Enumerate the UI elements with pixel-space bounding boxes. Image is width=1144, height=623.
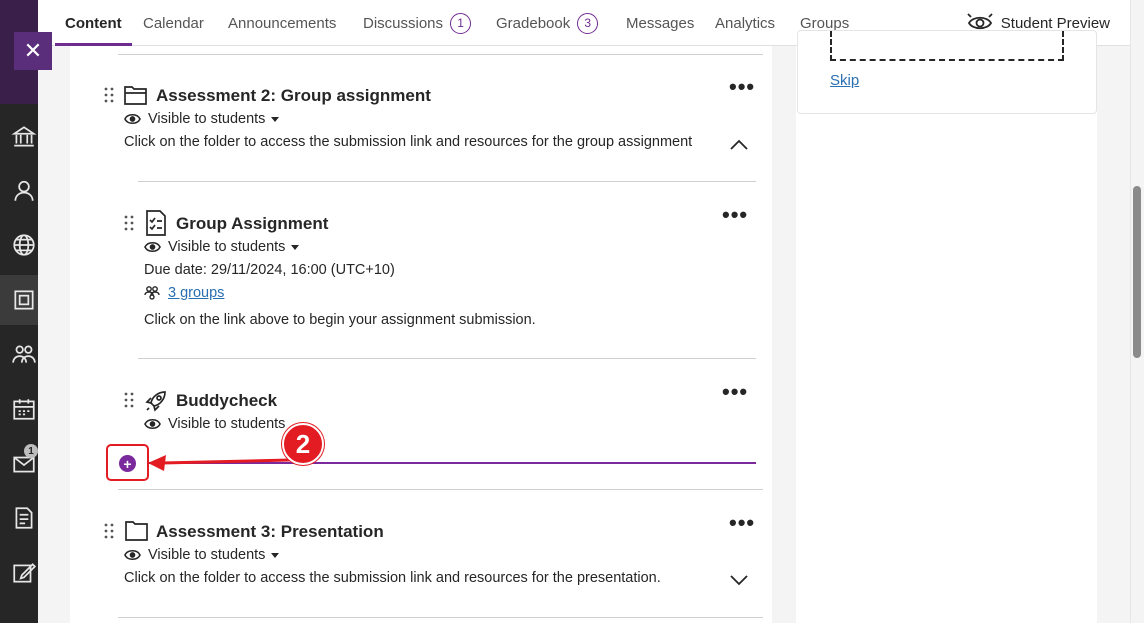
content-gutter — [1097, 46, 1130, 623]
tab-label: Announcements — [228, 14, 337, 32]
groups-icon[interactable] — [10, 340, 38, 368]
grades-icon[interactable] — [10, 504, 38, 532]
tab-calendar[interactable]: Calendar — [143, 0, 204, 46]
visibility-dropdown[interactable]: Visible to students — [124, 111, 280, 127]
scrollbar-thumb[interactable] — [1133, 186, 1141, 358]
caret-down-icon — [271, 116, 280, 122]
tab-label: Messages — [626, 14, 695, 32]
drag-handle-icon[interactable] — [104, 523, 114, 539]
chevron-down-icon[interactable] — [729, 574, 749, 586]
groups-row: 3 groups — [144, 285, 224, 301]
item-description: Click on the folder to access the submis… — [124, 570, 661, 586]
eye-icon — [124, 549, 141, 561]
tab-announcements[interactable]: Announcements — [228, 0, 336, 46]
visibility-label: Visible to students — [148, 111, 266, 127]
details-side-card: Skip — [797, 30, 1097, 114]
edit-icon[interactable] — [10, 559, 38, 587]
divider — [138, 358, 756, 359]
rocket-icon — [145, 391, 166, 412]
folder-open-icon — [124, 86, 147, 105]
more-options-button[interactable]: ••• — [722, 381, 748, 403]
institution-icon[interactable] — [10, 123, 38, 151]
assignment-icon — [146, 210, 166, 236]
tab-gradebook[interactable]: Gradebook 3 — [496, 0, 599, 46]
chevron-up-icon[interactable] — [729, 139, 749, 151]
tab-label: Calendar — [143, 14, 204, 32]
content-gutter — [772, 46, 796, 623]
more-options-button[interactable]: ••• — [722, 204, 748, 226]
tab-label: Groups — [800, 14, 850, 32]
divider — [118, 617, 763, 618]
groups-icon — [144, 286, 160, 300]
calendar-icon[interactable] — [10, 395, 38, 423]
globe-icon[interactable] — [10, 231, 38, 259]
caret-down-icon — [271, 552, 280, 558]
tab-messages[interactable]: Messages — [626, 0, 694, 46]
eye-icon — [144, 241, 161, 253]
annotation-arrow-icon — [148, 455, 291, 471]
student-preview-label: Student Preview — [1000, 14, 1110, 32]
caret-down-icon — [291, 244, 300, 250]
tab-content[interactable]: Content — [55, 0, 132, 46]
eye-icon — [144, 418, 161, 430]
tab-label: Content — [65, 14, 122, 32]
tab-label: Gradebook — [496, 14, 571, 32]
eye-icon — [124, 113, 141, 125]
item-description: Click on the folder to access the submis… — [124, 134, 693, 150]
groups-link[interactable]: 3 groups — [168, 285, 224, 301]
more-options-button[interactable]: ••• — [729, 512, 755, 534]
skip-link[interactable]: Skip — [830, 72, 859, 89]
content-gutter — [38, 46, 70, 623]
messages-badge: 1 — [24, 444, 38, 458]
annotation-step-badge: 2 — [282, 423, 324, 465]
divider — [118, 489, 763, 490]
visibility-dropdown[interactable]: Visible to students — [144, 416, 285, 432]
due-date: Due date: 29/11/2024, 16:00 (UTC+10) — [144, 262, 395, 278]
visibility-label: Visible to students — [168, 239, 286, 255]
dropzone — [830, 31, 1064, 61]
divider — [138, 181, 756, 182]
tab-discussions[interactable]: Discussions 1 — [363, 0, 472, 46]
tab-label: Analytics — [715, 14, 776, 32]
courses-icon[interactable] — [10, 286, 38, 314]
left-sidebar: 1 — [0, 0, 38, 623]
visibility-dropdown[interactable]: Visible to students — [124, 547, 280, 563]
item-title[interactable]: Assessment 3: Presentation — [156, 522, 384, 542]
tab-analytics[interactable]: Analytics — [715, 0, 775, 46]
close-button[interactable]: ✕ — [14, 32, 52, 70]
drag-handle-icon[interactable] — [124, 215, 134, 231]
gradebook-count-badge: 3 — [577, 12, 599, 34]
visibility-label: Visible to students — [148, 547, 266, 563]
item-title[interactable]: Assessment 2: Group assignment — [156, 86, 431, 106]
item-title[interactable]: Buddycheck — [176, 391, 277, 411]
item-title[interactable]: Group Assignment — [176, 214, 328, 234]
tab-label: Discussions — [363, 14, 444, 32]
visibility-label: Visible to students — [168, 416, 286, 432]
divider — [118, 54, 763, 55]
profile-icon[interactable] — [10, 177, 38, 205]
visibility-dropdown[interactable]: Visible to students — [144, 239, 300, 255]
drag-handle-icon[interactable] — [124, 392, 134, 408]
item-description: Click on the link above to begin your as… — [144, 312, 536, 328]
more-options-button[interactable]: ••• — [729, 76, 755, 98]
discussions-count-badge: 1 — [450, 12, 472, 34]
folder-icon — [125, 521, 148, 541]
drag-handle-icon[interactable] — [104, 87, 114, 103]
